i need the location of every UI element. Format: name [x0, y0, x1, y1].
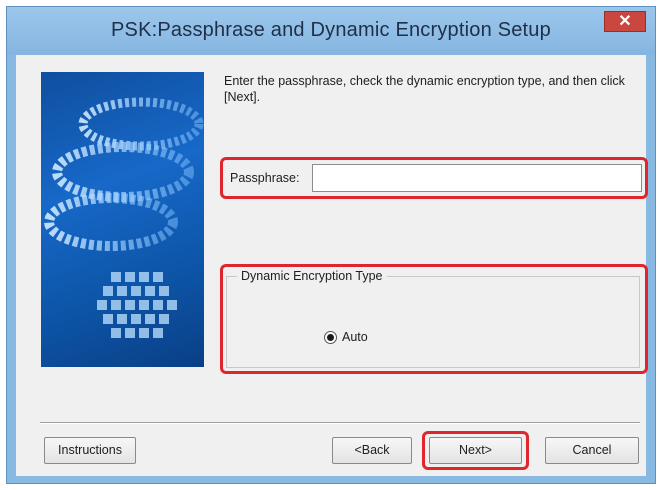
instructions-button[interactable]: Instructions	[44, 437, 136, 464]
close-icon: ✕	[618, 13, 632, 30]
passphrase-input[interactable]	[312, 164, 642, 192]
dynamic-encryption-group-label: Dynamic Encryption Type	[237, 269, 387, 283]
setup-dialog-window: PSK:Passphrase and Dynamic Encryption Se…	[6, 6, 656, 484]
network-graphic	[41, 72, 204, 367]
passphrase-label: Passphrase:	[230, 171, 300, 185]
radio-auto[interactable]: Auto	[324, 330, 368, 344]
dialog-body: Enter the passphrase, check the dynamic …	[16, 55, 648, 476]
instruction-text: Enter the passphrase, check the dynamic …	[224, 74, 625, 104]
radio-selected-icon[interactable]	[324, 330, 337, 344]
next-button[interactable]: Next>	[429, 437, 522, 464]
close-button[interactable]: ✕	[604, 11, 646, 32]
back-button[interactable]: <Back	[332, 437, 412, 464]
dynamic-encryption-group	[226, 276, 640, 368]
radio-auto-label: Auto	[342, 330, 368, 344]
spiral-graphic-icon	[44, 97, 204, 338]
title-bar[interactable]: PSK:Passphrase and Dynamic Encryption Se…	[7, 7, 655, 55]
cancel-button[interactable]: Cancel	[545, 437, 639, 464]
divider	[40, 422, 640, 424]
window-title: PSK:Passphrase and Dynamic Encryption Se…	[111, 19, 551, 41]
